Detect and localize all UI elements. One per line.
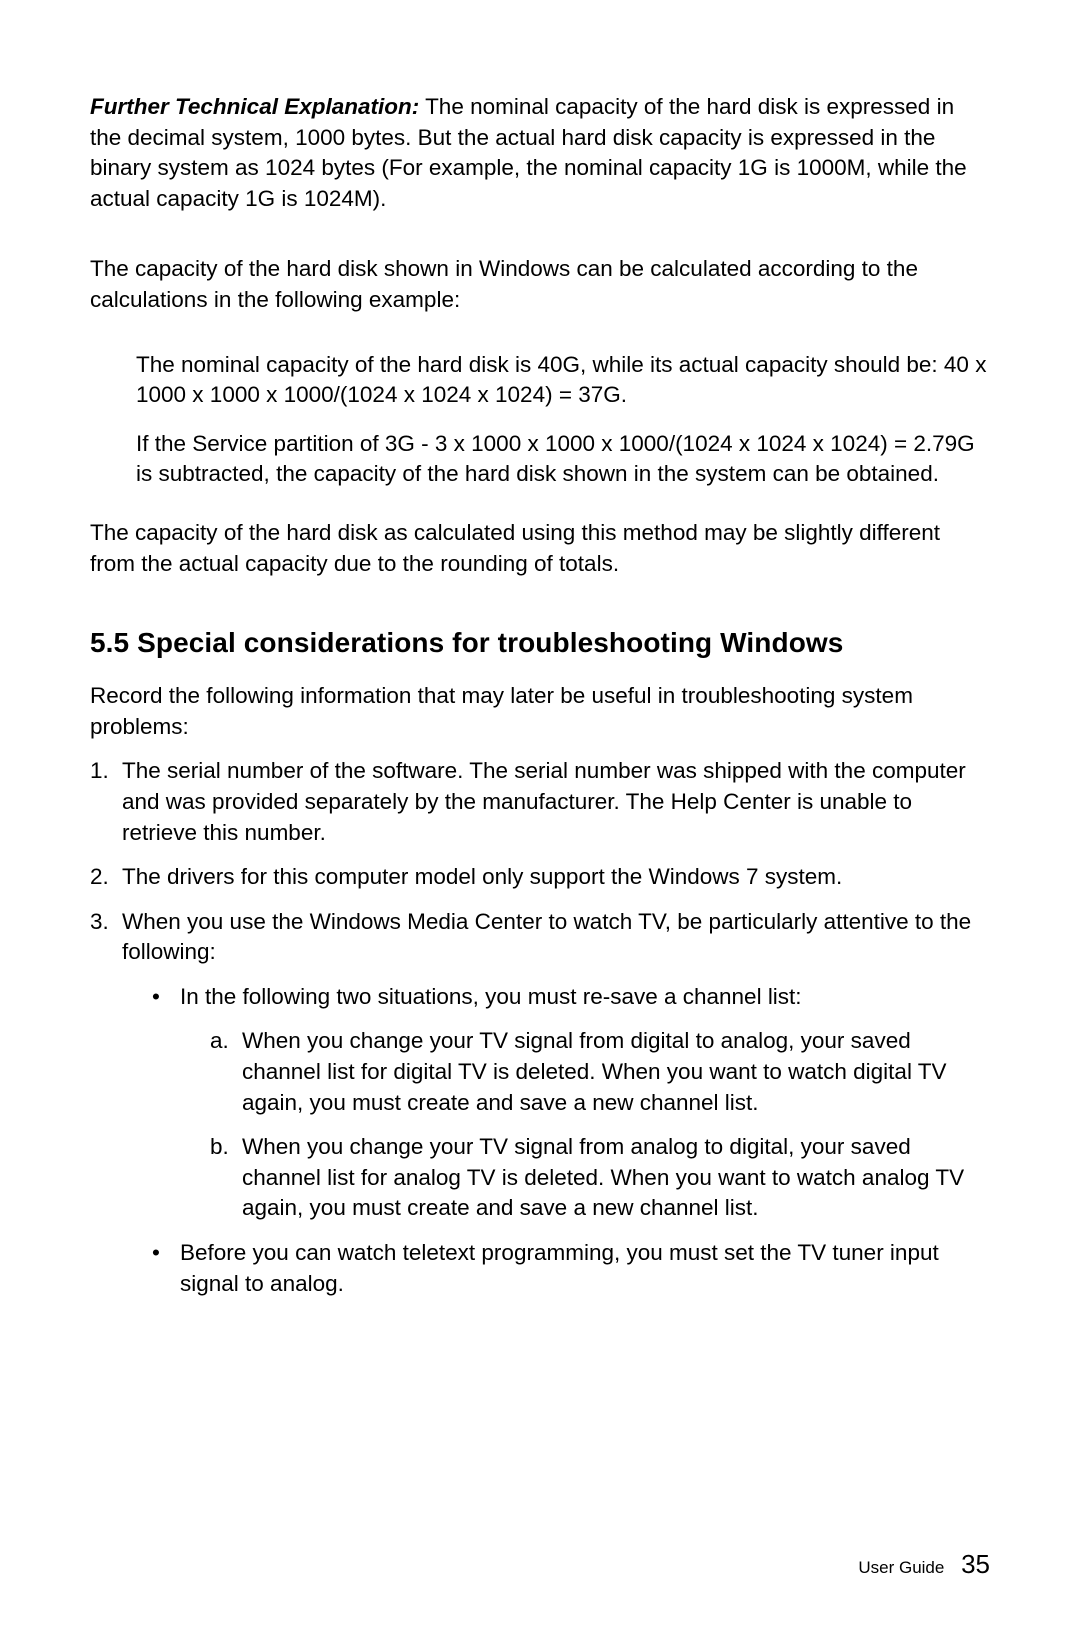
letter-item-text: When you change your TV signal from digi… — [242, 1028, 947, 1114]
list-marker: 2. — [90, 862, 109, 893]
example-line-2: If the Service partition of 3G - 3 x 100… — [136, 429, 990, 490]
bullet-icon: • — [152, 982, 160, 1013]
letter-item-a: a. When you change your TV signal from d… — [210, 1026, 990, 1118]
section-heading-5-5: 5.5 Special considerations for troublesh… — [90, 627, 990, 659]
example-line-1: The nominal capacity of the hard disk is… — [136, 350, 990, 411]
lettered-list: a. When you change your TV signal from d… — [210, 1026, 990, 1224]
bullet-item-text: In the following two situations, you mus… — [180, 984, 802, 1009]
paragraph-capacity-windows: The capacity of the hard disk shown in W… — [90, 254, 990, 315]
list-item-text: The drivers for this computer model only… — [122, 864, 842, 889]
bullet-icon: • — [152, 1238, 160, 1269]
list-item-1: 1. The serial number of the software. Th… — [90, 756, 990, 848]
paragraph-record-info: Record the following information that ma… — [90, 681, 990, 742]
list-item-text: The serial number of the software. The s… — [122, 758, 966, 844]
list-item-2: 2. The drivers for this computer model o… — [90, 862, 990, 893]
document-page: Further Technical Explanation: The nomin… — [0, 0, 1080, 1642]
numbered-list: 1. The serial number of the software. Th… — [90, 756, 990, 1299]
letter-marker: b. — [210, 1132, 229, 1163]
paragraph-technical-explanation: Further Technical Explanation: The nomin… — [90, 92, 990, 214]
bullet-item-1: • In the following two situations, you m… — [152, 982, 990, 1224]
letter-item-text: When you change your TV signal from anal… — [242, 1134, 964, 1220]
footer-label: User Guide — [858, 1558, 944, 1577]
list-marker: 3. — [90, 907, 109, 938]
list-item-text: When you use the Windows Media Center to… — [122, 909, 971, 965]
bullet-item-text: Before you can watch teletext programmin… — [180, 1240, 939, 1296]
page-number: 35 — [961, 1549, 990, 1579]
inline-heading-further-technical: Further Technical Explanation: — [90, 94, 419, 119]
page-footer: User Guide 35 — [858, 1549, 990, 1580]
example-block: The nominal capacity of the hard disk is… — [136, 350, 990, 490]
bullet-item-2: • Before you can watch teletext programm… — [152, 1238, 990, 1299]
list-marker: 1. — [90, 756, 109, 787]
list-item-3: 3. When you use the Windows Media Center… — [90, 907, 990, 1300]
letter-marker: a. — [210, 1026, 229, 1057]
letter-item-b: b. When you change your TV signal from a… — [210, 1132, 990, 1224]
bulleted-list: • In the following two situations, you m… — [152, 982, 990, 1299]
paragraph-rounding-note: The capacity of the hard disk as calcula… — [90, 518, 990, 579]
